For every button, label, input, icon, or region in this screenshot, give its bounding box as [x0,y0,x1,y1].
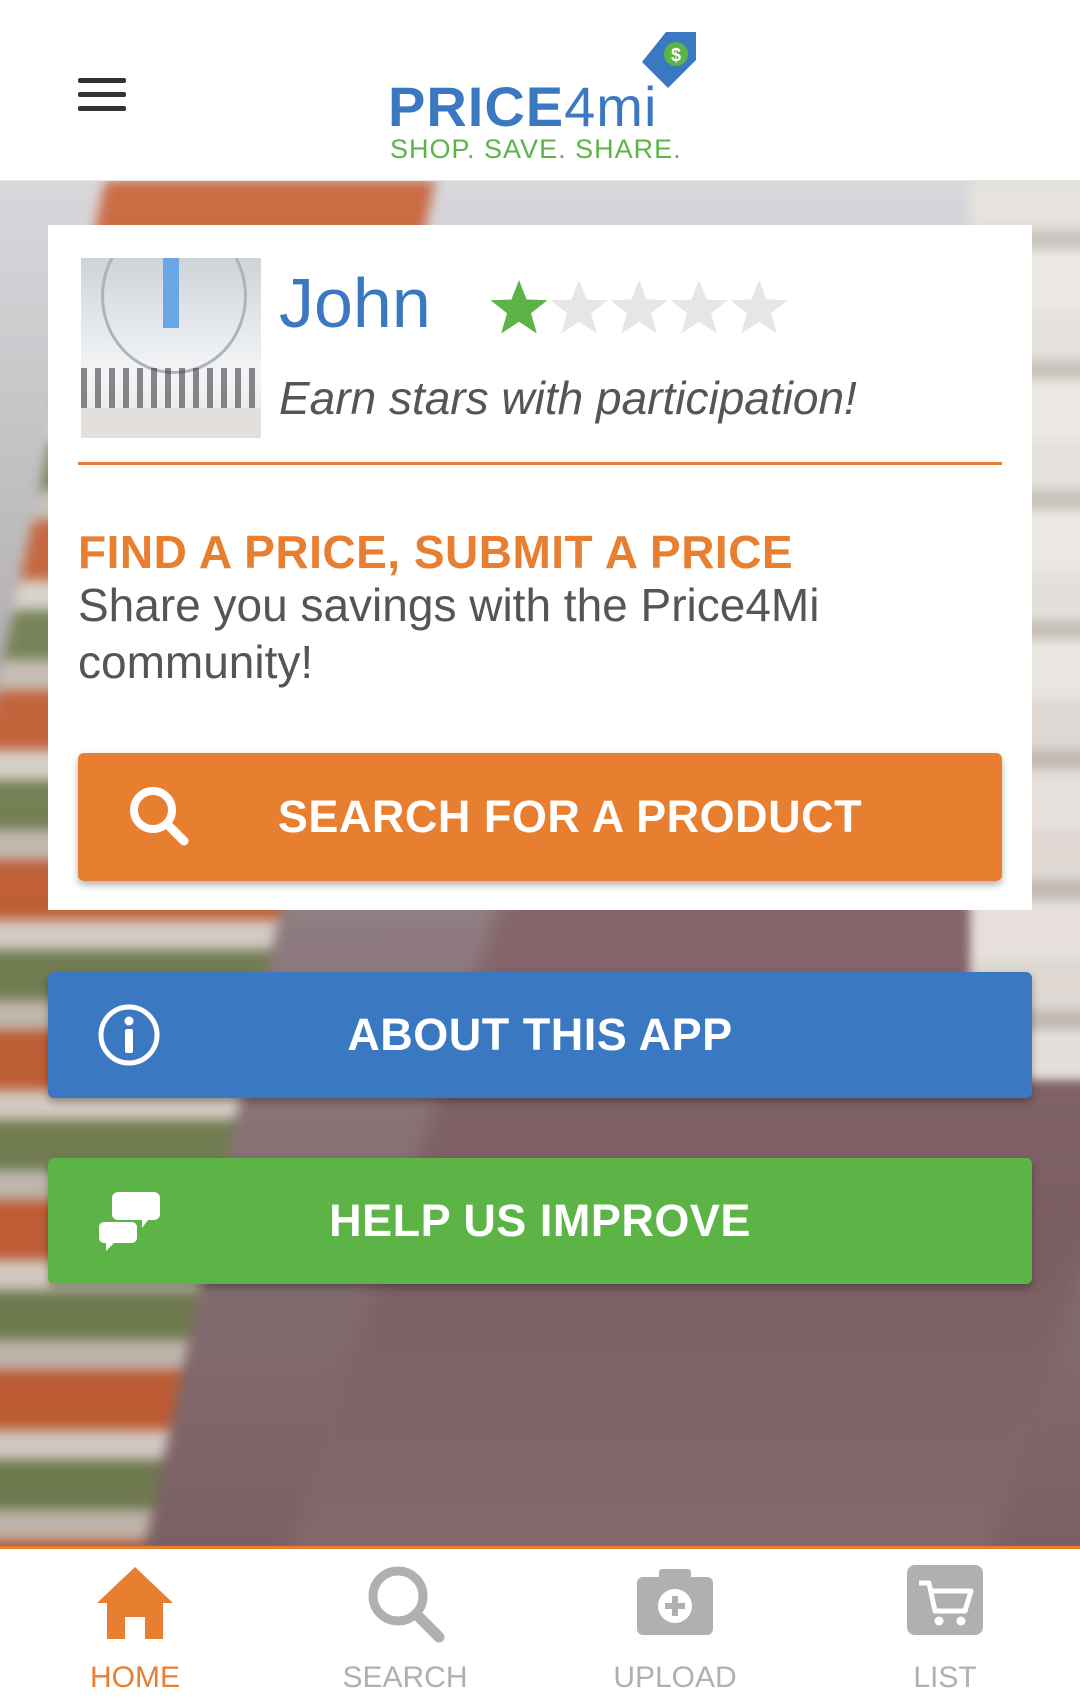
star-empty-icon [730,280,788,334]
star-rating [488,277,788,341]
search-product-button[interactable]: SEARCH FOR A PRODUCT [78,753,1002,881]
help-improve-label: HELP US IMPROVE [329,1195,751,1246]
app-logo: PRICE4mi SHOP. SAVE. SHARE. $ [388,30,708,170]
nav-search-label: SEARCH [342,1661,468,1694]
nav-list-label: LIST [913,1661,977,1694]
nav-search[interactable]: SEARCH [270,1549,540,1701]
nav-home[interactable]: HOME [0,1549,270,1701]
user-name: John [279,264,431,342]
price-tag-icon: $ [642,32,696,88]
search-product-label: SEARCH FOR A PRODUCT [277,791,863,842]
avatar[interactable] [81,258,261,438]
nav-list[interactable]: LIST [810,1549,1080,1701]
rating-tagline: Earn stars with participation! [279,372,857,424]
star-empty-icon [670,280,728,334]
star-empty-icon [610,280,668,334]
promo-subtext: Share you savings with the Price4Mi comm… [78,579,820,688]
about-app-button[interactable]: ABOUT THIS APP [48,972,1032,1098]
app-header: PRICE4mi SHOP. SAVE. SHARE. $ [0,0,1080,181]
logo-wordmark: PRICE4mi [388,75,658,138]
cart-icon [907,1565,983,1635]
star-empty-icon [550,280,608,334]
divider [78,462,1002,465]
home-icon [97,1567,173,1639]
help-improve-button[interactable]: HELP US IMPROVE [48,1158,1032,1284]
nav-home-label: HOME [90,1661,180,1694]
hamburger-menu-icon[interactable] [78,78,126,112]
bottom-navigation: HOME SEARCH UPLOAD LIST [0,1546,1080,1701]
logo-tagline: SHOP. SAVE. SHARE. [390,134,682,164]
camera-plus-icon [637,1569,713,1635]
search-icon [368,1566,445,1643]
star-filled-icon [490,280,548,334]
svg-text:$: $ [671,45,681,65]
nav-upload-label: UPLOAD [613,1661,737,1694]
promo-headline: FIND A PRICE, SUBMIT A PRICE [78,526,794,578]
nav-upload[interactable]: UPLOAD [540,1549,810,1701]
about-app-label: ABOUT THIS APP [347,1009,733,1060]
